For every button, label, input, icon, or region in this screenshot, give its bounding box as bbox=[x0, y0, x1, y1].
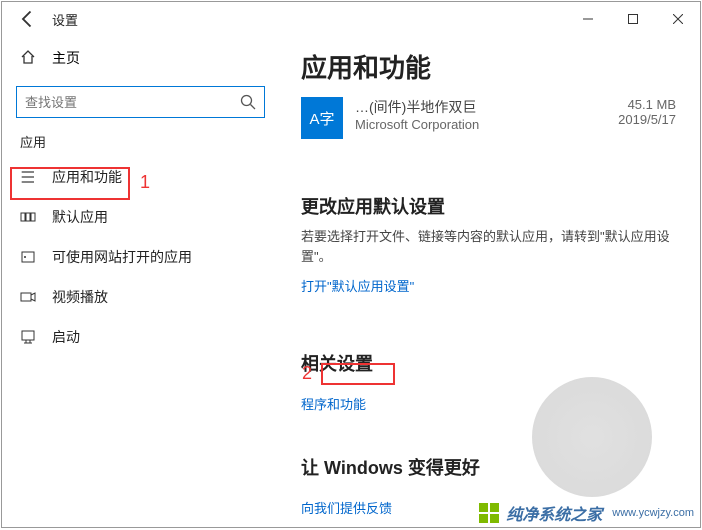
app-tile-icon: A字 bbox=[301, 97, 343, 139]
section-default-desc: 若要选择打开文件、链接等内容的默认应用，请转到"默认应用设置"。 bbox=[301, 227, 676, 266]
watermark-logo-icon bbox=[478, 502, 500, 524]
section-related-heading: 相关设置 bbox=[301, 350, 676, 376]
app-publisher: Microsoft Corporation bbox=[355, 117, 606, 132]
sidebar-item-label: 应用和功能 bbox=[52, 167, 122, 187]
annotation-number-1: 1 bbox=[140, 172, 150, 193]
watermark-url: www.ycwjzy.com bbox=[612, 507, 694, 519]
link-programs-features[interactable]: 程序和功能 bbox=[301, 394, 366, 413]
link-feedback[interactable]: 向我们提供反馈 bbox=[301, 498, 392, 517]
watermark-circle bbox=[532, 377, 652, 497]
list-icon bbox=[20, 169, 36, 185]
sidebar-item-label: 视频播放 bbox=[52, 287, 108, 307]
sidebar-item-default-apps[interactable]: 默认应用 bbox=[2, 197, 277, 237]
sidebar-item-label: 默认应用 bbox=[52, 207, 108, 227]
website-icon bbox=[20, 249, 36, 265]
startup-icon bbox=[20, 329, 36, 345]
home-label: 主页 bbox=[52, 48, 80, 68]
sidebar-item-video-playback[interactable]: 视频播放 bbox=[2, 277, 277, 317]
window-title: 设置 bbox=[52, 10, 78, 29]
annotation-number-2: 2 bbox=[302, 363, 312, 384]
minimize-button[interactable] bbox=[565, 4, 610, 34]
app-size: 45.1 MB bbox=[618, 97, 676, 112]
home-icon bbox=[20, 49, 36, 68]
sidebar-group-label: 应用 bbox=[2, 132, 277, 151]
video-icon bbox=[20, 289, 36, 305]
page-title: 应用和功能 bbox=[301, 48, 676, 85]
search-input[interactable] bbox=[16, 86, 265, 118]
sidebar: 主页 应用 应用和功能 默认应用 可 bbox=[2, 36, 277, 527]
sidebar-item-startup[interactable]: 启动 bbox=[2, 317, 277, 357]
app-date: 2019/5/17 bbox=[618, 112, 676, 127]
watermark: 纯净系统之家 www.ycwjzy.com bbox=[478, 501, 694, 525]
section-default-heading: 更改应用默认设置 bbox=[301, 193, 676, 219]
home-nav[interactable]: 主页 bbox=[2, 40, 277, 76]
search-icon bbox=[240, 94, 256, 110]
sidebar-item-label: 启动 bbox=[52, 327, 80, 347]
defaults-icon bbox=[20, 209, 36, 225]
watermark-text: 纯净系统之家 bbox=[506, 501, 602, 525]
maximize-button[interactable] bbox=[610, 4, 655, 34]
titlebar: 设置 bbox=[2, 2, 700, 36]
sidebar-item-label: 可使用网站打开的应用 bbox=[52, 247, 192, 267]
close-button[interactable] bbox=[655, 4, 700, 34]
back-button[interactable] bbox=[18, 9, 38, 29]
app-list-item[interactable]: A字 …(间件)半地作双巨 Microsoft Corporation 45.1… bbox=[301, 97, 676, 139]
search-field[interactable] bbox=[25, 95, 240, 110]
app-name: …(间件)半地作双巨 bbox=[355, 97, 606, 117]
sidebar-item-website-apps[interactable]: 可使用网站打开的应用 bbox=[2, 237, 277, 277]
link-open-default-apps[interactable]: 打开"默认应用设置" bbox=[301, 276, 414, 295]
